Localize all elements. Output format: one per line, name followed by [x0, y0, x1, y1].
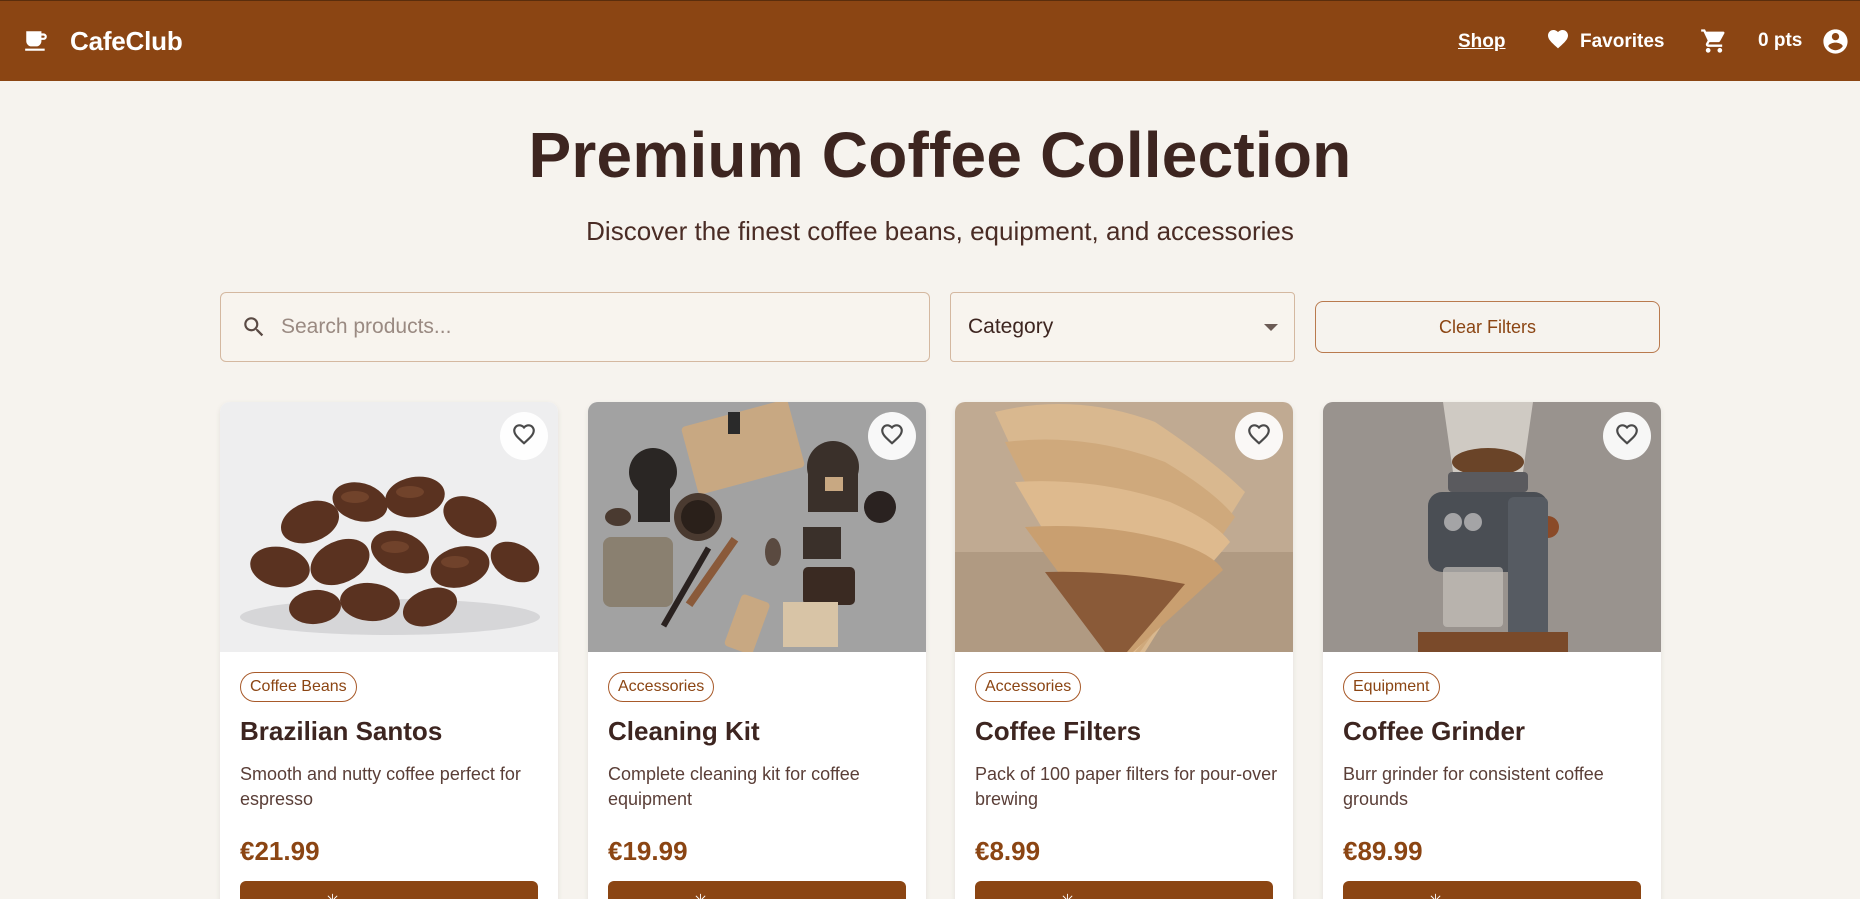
- add-to-cart-button[interactable]: ✳: [608, 881, 906, 899]
- page-subtitle: Discover the finest coffee beans, equipm…: [586, 216, 1294, 246]
- product-card[interactable]: Equipment Coffee Grinder Burr grinder fo…: [1323, 402, 1661, 899]
- page-title: Premium Coffee Collection: [528, 119, 1352, 191]
- nav-shop-link[interactable]: Shop: [1458, 31, 1506, 53]
- cart-icon[interactable]: [1700, 27, 1728, 55]
- search-icon: [241, 314, 267, 340]
- product-name: Coffee Grinder: [1343, 716, 1526, 746]
- product-image[interactable]: [220, 402, 558, 652]
- sparkle-icon: ✳: [325, 891, 340, 899]
- category-select-label: Category: [968, 315, 1054, 338]
- category-chip[interactable]: Equipment: [1343, 672, 1440, 702]
- product-price: €89.99: [1343, 836, 1423, 866]
- coffee-cup-icon: [22, 27, 50, 55]
- favorite-toggle[interactable]: [1235, 412, 1283, 460]
- app-bar: CafeClub Shop Favorites 0 pts: [0, 0, 1860, 81]
- brand-name: CafeClub: [70, 25, 183, 56]
- sparkle-icon: ✳: [1428, 891, 1443, 899]
- nav-favorites-link[interactable]: Favorites: [1546, 27, 1664, 57]
- product-name: Coffee Filters: [975, 716, 1142, 746]
- category-chip[interactable]: Accessories: [608, 672, 715, 702]
- product-description: Smooth and nutty coffee perfect for espr…: [240, 764, 521, 809]
- product-card[interactable]: Accessories Coffee Filters Pack of 100 p…: [955, 402, 1293, 899]
- product-description: Complete cleaning kit for coffee equipme…: [608, 764, 860, 809]
- heart-icon: [1546, 27, 1570, 57]
- product-name: Brazilian Santos: [240, 716, 443, 746]
- product-card[interactable]: Accessories Cleaning Kit Complete cleani…: [588, 402, 926, 899]
- category-chip[interactable]: Accessories: [975, 672, 1082, 702]
- product-image[interactable]: [588, 402, 926, 652]
- favorite-toggle[interactable]: [500, 412, 548, 460]
- search-field[interactable]: [220, 292, 930, 362]
- points-balance[interactable]: 0 pts: [1758, 30, 1802, 52]
- heart-outline-icon: [511, 421, 537, 452]
- heart-outline-icon: [1614, 421, 1640, 452]
- product-price: €8.99: [975, 836, 1041, 866]
- add-to-cart-button[interactable]: ✳: [1343, 881, 1641, 899]
- product-name: Cleaning Kit: [608, 716, 760, 746]
- heart-outline-icon: [1246, 421, 1272, 452]
- chevron-down-icon: [1264, 324, 1278, 331]
- add-to-cart-button[interactable]: ✳: [240, 881, 538, 899]
- product-price: €19.99: [608, 836, 688, 866]
- product-image[interactable]: [955, 402, 1293, 652]
- favorite-toggle[interactable]: [868, 412, 916, 460]
- sparkle-icon: ✳: [1060, 891, 1075, 899]
- product-description: Burr grinder for consistent coffee groun…: [1343, 764, 1604, 809]
- clear-filters-button[interactable]: Clear Filters: [1315, 301, 1660, 353]
- favorite-toggle[interactable]: [1603, 412, 1651, 460]
- product-image[interactable]: [1323, 402, 1661, 652]
- product-description: Pack of 100 paper filters for pour-over …: [975, 764, 1278, 809]
- search-input[interactable]: [281, 315, 881, 339]
- heart-outline-icon: [879, 421, 905, 452]
- brand[interactable]: CafeClub: [22, 26, 183, 57]
- product-card[interactable]: Coffee Beans Brazilian Santos Smooth and…: [220, 402, 558, 899]
- sparkle-icon: ✳: [693, 891, 708, 899]
- category-select[interactable]: Category: [950, 292, 1295, 362]
- account-icon[interactable]: [1821, 27, 1850, 56]
- favorites-label: Favorites: [1580, 31, 1665, 52]
- category-chip[interactable]: Coffee Beans: [240, 672, 357, 702]
- add-to-cart-button[interactable]: ✳: [975, 881, 1273, 899]
- product-price: €21.99: [240, 836, 320, 866]
